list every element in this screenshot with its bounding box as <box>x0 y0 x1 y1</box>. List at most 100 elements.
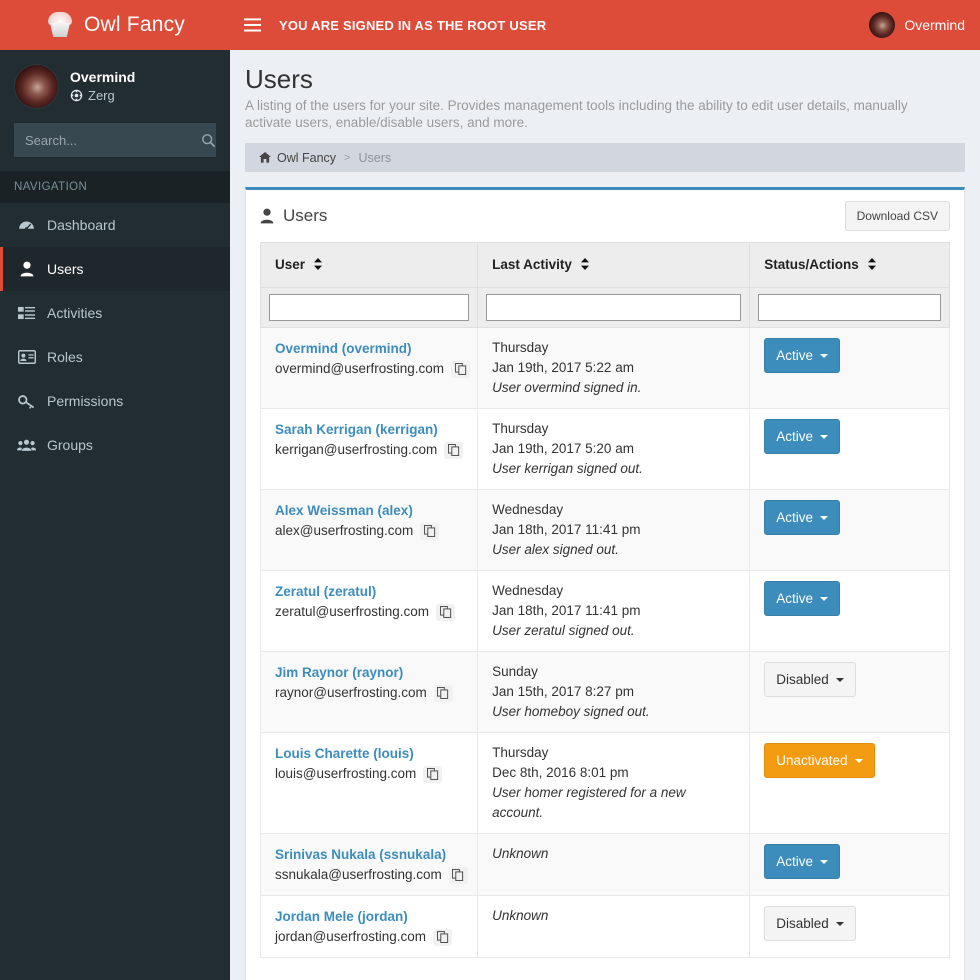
cell-last-activity: Thursday Jan 19th, 2017 5:22 am User overm… <box>477 327 751 409</box>
sidebar-user-role: Zerg <box>70 86 135 105</box>
user-name-link[interactable]: Overmind (overmind) <box>275 338 463 359</box>
table-row: Jordan Mele (jordan) jordan@userfrosting.… <box>259 895 950 958</box>
filter-input-user[interactable] <box>269 294 470 321</box>
top-navbar: YOU ARE SIGNED IN AS THE ROOT USER Overm… <box>230 0 980 50</box>
sort-icon[interactable] <box>313 258 322 273</box>
breadcrumb-separator: > <box>344 151 351 164</box>
status-label: Active <box>776 510 813 525</box>
copy-icon[interactable] <box>420 522 440 540</box>
filter-input-last-activity[interactable] <box>486 294 742 321</box>
status-dropdown-button[interactable]: Disabled <box>764 906 856 941</box>
caret-down-icon <box>819 515 828 520</box>
copy-icon[interactable] <box>448 866 468 884</box>
copy-icon[interactable] <box>451 360 471 378</box>
activity-description: User alex signed out. <box>492 542 619 557</box>
user-name-link[interactable]: Jim Raynor (raynor) <box>275 662 463 683</box>
activity-day: Sunday <box>492 664 538 679</box>
search-icon[interactable] <box>201 133 216 148</box>
column-header-status-actions[interactable]: Status/Actions <box>749 242 950 288</box>
app-root: Owl Fancy Overmind Zerg Search... NAVIGA… <box>0 0 980 980</box>
sidebar-item-groups[interactable]: Groups <box>0 423 230 467</box>
brand-title: Owl Fancy <box>84 13 185 36</box>
user-email-row: louis@userfrosting.com <box>275 764 463 784</box>
user-email: raynor@userfrosting.com <box>275 685 427 700</box>
activity-unknown: Unknown <box>492 908 549 923</box>
cell-status-actions: Active <box>749 833 950 896</box>
status-dropdown-button[interactable]: Active <box>764 581 840 616</box>
cell-user: Jim Raynor (raynor) raynor@userfrosting.c… <box>259 651 479 733</box>
status-dropdown-button[interactable]: Unactivated <box>764 743 875 778</box>
status-label: Active <box>776 348 813 363</box>
sidebar-item-roles[interactable]: Roles <box>0 335 230 379</box>
cell-status-actions: Disabled <box>749 895 950 958</box>
column-header-last-activity[interactable]: Last Activity <box>477 242 751 288</box>
table-body: Overmind (overmind) overmind@userfrosting… <box>259 327 950 958</box>
panel-title-label: Users <box>283 206 328 225</box>
copy-icon[interactable] <box>444 441 464 459</box>
status-dropdown-button[interactable]: Active <box>764 844 840 879</box>
user-email-row: ssnukala@userfrosting.com <box>275 865 468 885</box>
table-row: Srinivas Nukala (ssnukala) ssnukala@userf… <box>259 833 950 896</box>
column-label: User <box>275 257 306 272</box>
cell-last-activity: Wednesday Jan 18th, 2017 11:41 pm User zer… <box>477 570 751 652</box>
sidebar-item-permissions[interactable]: Permissions <box>0 379 230 423</box>
topbar-user-name: Overmind <box>904 17 965 33</box>
sort-icon[interactable] <box>580 258 589 273</box>
topbar-user-menu[interactable]: Overmind <box>869 12 965 38</box>
brand-logo-link[interactable]: Owl Fancy <box>0 0 230 50</box>
user-email: overmind@userfrosting.com <box>275 361 445 376</box>
cell-status-actions: Active <box>749 408 950 490</box>
column-header-user[interactable]: User <box>259 242 479 288</box>
search-input[interactable] <box>25 132 201 148</box>
sort-icon[interactable] <box>867 258 876 273</box>
sidebar: Owl Fancy Overmind Zerg Search... NAVIGA… <box>0 0 230 980</box>
user-email: zeratul@userfrosting.com <box>275 604 430 619</box>
breadcrumb-home-link[interactable]: Owl Fancy <box>259 151 336 165</box>
download-csv-button[interactable]: Download CSV <box>844 201 950 231</box>
cell-user: Zeratul (zeratul) zeratul@userfrosting.co… <box>259 570 479 652</box>
cell-last-activity: Thursday Dec 8th, 2016 8:01 pm User homer … <box>477 732 751 834</box>
page-subtitle: A listing of the users for your site. Pr… <box>245 98 908 130</box>
status-label: Active <box>776 854 813 869</box>
copy-icon[interactable] <box>433 684 453 702</box>
sidebar-user-name: Overmind <box>70 69 136 85</box>
cell-status-actions: Active <box>749 489 950 571</box>
table-row: Sarah Kerrigan (kerrigan) kerrigan@userfr… <box>259 408 950 490</box>
user-email: ssnukala@userfrosting.com <box>275 867 442 882</box>
user-icon <box>260 208 274 224</box>
status-label: Active <box>776 591 813 606</box>
status-dropdown-button[interactable]: Active <box>764 500 840 535</box>
filter-input-status[interactable] <box>758 294 941 321</box>
activity-description: User homer registered for a new account. <box>492 785 686 820</box>
caret-down-icon <box>819 859 828 864</box>
dashboard-icon <box>17 217 36 234</box>
user-name-link[interactable]: Jordan Mele (jordan) <box>275 906 463 927</box>
hamburger-icon[interactable] <box>230 0 274 50</box>
cell-last-activity: Sunday Jan 15th, 2017 8:27 pm User homeboy… <box>477 651 751 733</box>
copy-icon[interactable] <box>433 928 453 946</box>
sidebar-item-users[interactable]: Users <box>0 247 230 291</box>
sidebar-item-activities[interactable]: Activities <box>0 291 230 335</box>
main-content: Users A listing of the users for your si… <box>230 50 980 980</box>
activity-date: Jan 18th, 2017 11:41 pm <box>492 522 641 537</box>
user-name-link[interactable]: Sarah Kerrigan (kerrigan) <box>275 419 463 440</box>
status-dropdown-button[interactable]: Active <box>764 419 840 454</box>
user-name-link[interactable]: Alex Weissman (alex) <box>275 500 463 521</box>
status-dropdown-button[interactable]: Disabled <box>764 662 856 697</box>
user-name-link[interactable]: Louis Charette (louis) <box>275 743 463 764</box>
root-user-banner: YOU ARE SIGNED IN AS THE ROOT USER <box>279 17 547 33</box>
user-email-row: zeratul@userfrosting.com <box>275 602 463 622</box>
sidebar-user-panel[interactable]: Overmind Zerg <box>0 50 230 123</box>
copy-icon[interactable] <box>436 603 456 621</box>
caret-down-icon <box>819 353 828 358</box>
user-name-link[interactable]: Zeratul (zeratul) <box>275 581 463 602</box>
copy-icon[interactable] <box>423 765 443 783</box>
sidebar-item-dashboard[interactable]: Dashboard <box>0 203 230 247</box>
user-icon <box>17 261 36 277</box>
activity-day: Thursday <box>492 421 549 436</box>
status-dropdown-button[interactable]: Active <box>764 338 840 373</box>
user-email-row: kerrigan@userfrosting.com <box>275 440 464 460</box>
user-name-link[interactable]: Srinivas Nukala (ssnukala) <box>275 844 463 865</box>
cell-status-actions: Active <box>749 570 950 652</box>
cell-status-actions: Disabled <box>749 651 950 733</box>
